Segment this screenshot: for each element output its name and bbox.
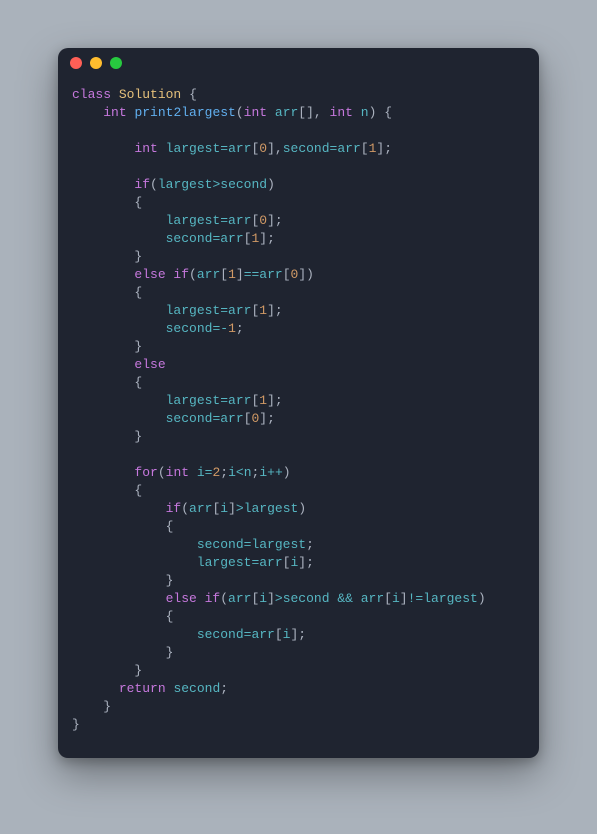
code-block: class Solution { int print2largest(int a… [58,78,539,758]
cls-name: Solution [119,87,181,102]
minimize-icon[interactable] [90,57,102,69]
maximize-icon[interactable] [110,57,122,69]
close-icon[interactable] [70,57,82,69]
kw-class: class [72,87,111,102]
window-titlebar [58,48,539,78]
fn-name: print2largest [134,105,235,120]
code-window: class Solution { int print2largest(int a… [58,48,539,758]
